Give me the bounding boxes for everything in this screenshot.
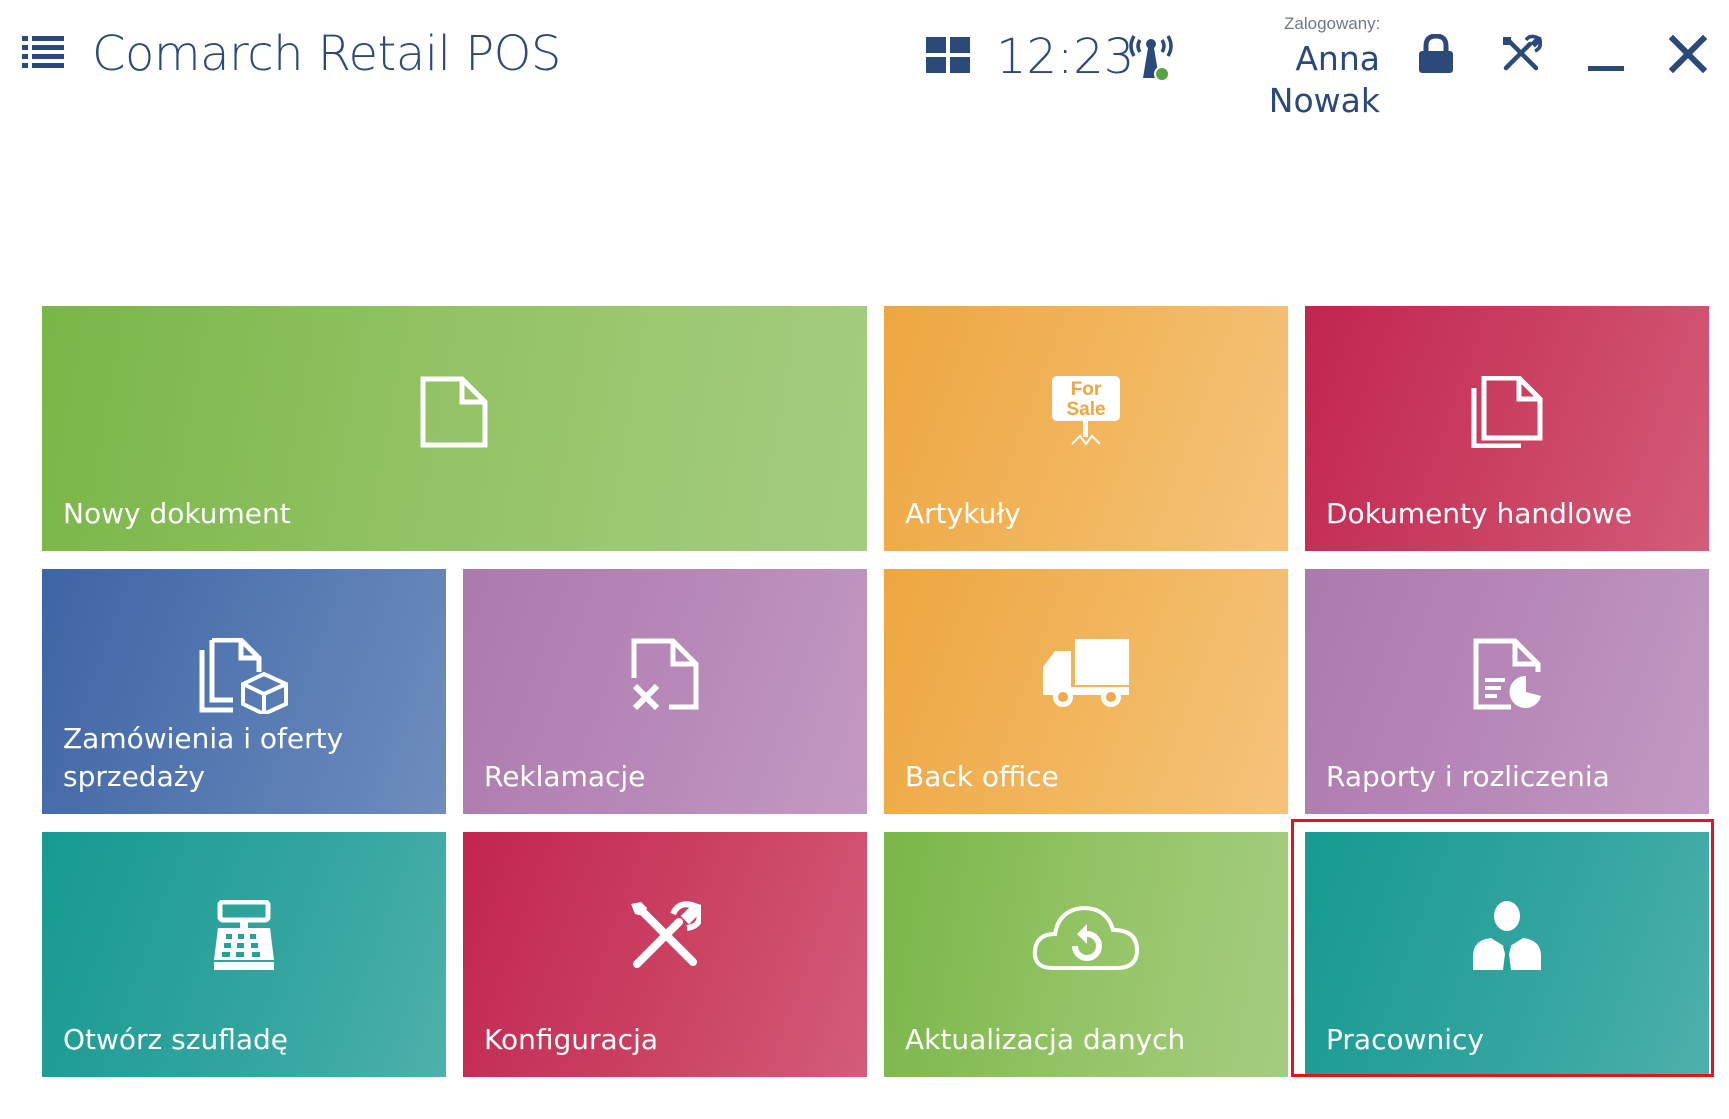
tile-label: Otwórz szufladę bbox=[63, 1023, 288, 1056]
tile-label: Nowy dokument bbox=[63, 497, 291, 530]
close-icon[interactable] bbox=[1668, 34, 1708, 74]
menu-icon[interactable] bbox=[22, 34, 64, 68]
tile-open-drawer[interactable]: Otwórz szufladę bbox=[42, 832, 446, 1077]
clock: 12:23 bbox=[996, 29, 1135, 85]
tile-label: Artykuły bbox=[905, 497, 1021, 530]
documents-box-icon bbox=[199, 638, 288, 714]
tile-complaints[interactable]: Reklamacje bbox=[463, 569, 867, 814]
cloud-sync-icon bbox=[1032, 905, 1140, 970]
tile-new-document[interactable]: Nowy dokument bbox=[42, 306, 867, 551]
tile-label: Dokumenty handlowe bbox=[1326, 497, 1632, 530]
report-chart-icon bbox=[1473, 638, 1541, 710]
tile-trade-documents[interactable]: Dokumenty handlowe bbox=[1305, 306, 1709, 551]
tile-label: Zamówienia i oferty sprzedaży bbox=[63, 722, 344, 793]
signal-icon[interactable] bbox=[1126, 30, 1176, 84]
selection-highlight bbox=[1291, 819, 1714, 1077]
tile-reports[interactable]: Raporty i rozliczenia bbox=[1305, 569, 1709, 814]
logged-in-label: Zalogowany: bbox=[1284, 14, 1381, 33]
tiles-icon[interactable] bbox=[926, 37, 970, 73]
tile-label: Aktualizacja danych bbox=[905, 1023, 1186, 1056]
app-title: Comarch Retail POS bbox=[92, 26, 561, 82]
lock-icon[interactable] bbox=[1416, 34, 1456, 74]
document-icon bbox=[420, 376, 488, 448]
tile-articles[interactable]: For Sale Artykuły bbox=[884, 306, 1288, 551]
document-cancel-icon bbox=[631, 638, 699, 710]
for-sale-text-top: For bbox=[1071, 379, 1102, 400]
tile-sales-orders[interactable]: Zamówienia i oferty sprzedaży bbox=[42, 569, 446, 814]
tile-data-update[interactable]: Aktualizacja danych bbox=[884, 832, 1288, 1077]
tile-label: Back office bbox=[905, 760, 1059, 793]
documents-icon bbox=[1471, 376, 1543, 448]
truck-icon bbox=[1043, 639, 1129, 707]
tile-configuration[interactable]: Konfiguracja bbox=[463, 832, 867, 1077]
user-name[interactable]: Anna Nowak bbox=[1200, 38, 1380, 122]
cash-register-icon bbox=[214, 900, 274, 970]
tile-label: Reklamacje bbox=[484, 760, 646, 793]
for-sale-text-bottom: Sale bbox=[1066, 399, 1105, 420]
tile-label: Raporty i rozliczenia bbox=[1326, 760, 1610, 793]
tile-back-office[interactable]: Back office bbox=[884, 569, 1288, 814]
minimize-icon[interactable] bbox=[1586, 34, 1626, 74]
for-sale-sign-icon: For Sale bbox=[1052, 376, 1120, 446]
tools-icon bbox=[631, 901, 701, 968]
tile-label: Konfiguracja bbox=[484, 1023, 659, 1056]
settings-tools-icon[interactable] bbox=[1500, 34, 1542, 74]
